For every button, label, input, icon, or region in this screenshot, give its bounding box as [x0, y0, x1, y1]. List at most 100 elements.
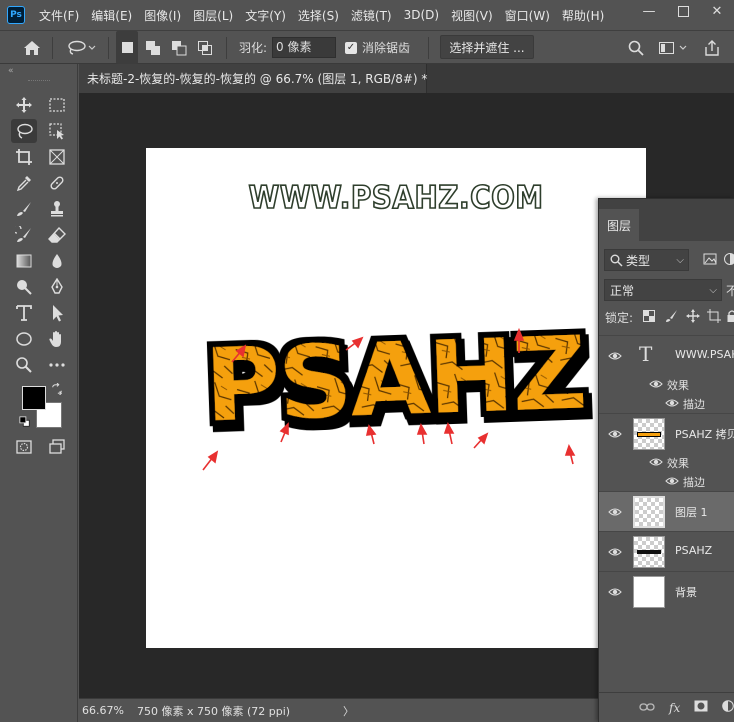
chevron-down-icon: ⌵ [709, 284, 717, 296]
red-arrow-icon [473, 432, 489, 449]
layer-row-text[interactable]: T WWW.PSAHZ... [599, 335, 734, 375]
select-and-mask-button[interactable]: 选择并遮住 ... [440, 35, 534, 59]
pen-tool-icon[interactable] [44, 275, 70, 299]
blur-tool-icon[interactable] [44, 249, 70, 273]
new-selection-icon[interactable] [116, 31, 138, 64]
layer-effects-row[interactable]: 效果 [599, 375, 734, 394]
quick-mask-icon[interactable] [11, 435, 37, 459]
eye-icon[interactable] [649, 455, 663, 469]
panel-grip[interactable] [28, 80, 50, 82]
brush-tool-icon[interactable] [11, 197, 37, 221]
lock-pixels-icon[interactable] [665, 309, 679, 326]
marquee-tool-icon[interactable] [44, 93, 70, 117]
eye-icon[interactable] [608, 349, 622, 363]
type-tool-icon[interactable] [11, 301, 37, 325]
menu-image[interactable]: 图像(I) [138, 7, 187, 24]
feather-label: 羽化: [238, 41, 268, 55]
add-selection-icon[interactable] [142, 31, 164, 64]
eye-icon[interactable] [608, 427, 622, 441]
search-icon[interactable] [624, 31, 648, 64]
minimize-icon[interactable]: — [632, 0, 666, 22]
lasso-preset-picker[interactable] [62, 31, 102, 64]
hand-tool-icon[interactable] [44, 327, 70, 351]
image-filter-icon[interactable] [703, 252, 717, 269]
screen-mode-icon[interactable] [44, 435, 70, 459]
share-icon[interactable] [700, 31, 724, 64]
status-menu-arrow-icon[interactable]: 〉 [343, 703, 354, 719]
eye-icon[interactable] [608, 585, 622, 599]
document-canvas[interactable]: WWW.PSAHZ.COM PSAHZ [146, 148, 646, 648]
history-brush-tool-icon[interactable] [11, 223, 37, 247]
feather-input[interactable]: 0 像素 [272, 37, 336, 58]
menu-edit[interactable]: 编辑(E) [85, 7, 138, 24]
menu-filter[interactable]: 滤镜(T) [345, 7, 398, 24]
more-tools-icon[interactable] [44, 353, 70, 377]
document-tab[interactable]: 未标题-2-恢复的-恢复的-恢复的 @ 66.7% (图层 1, RGB/8#)… [79, 64, 445, 93]
healing-brush-tool-icon[interactable] [44, 171, 70, 195]
antialias-label: 消除锯齿 [361, 41, 410, 55]
frame-tool-icon[interactable] [44, 145, 70, 169]
layer-row-psahz[interactable]: PSAHZ [599, 531, 734, 571]
stroke-effect-row[interactable]: 描边 [599, 472, 734, 491]
collapse-panel-icon[interactable]: « [8, 66, 14, 76]
crop-tool-icon[interactable] [11, 145, 37, 169]
clone-stamp-tool-icon[interactable] [44, 197, 70, 221]
ellipse-tool-icon[interactable] [11, 327, 37, 351]
layer-filter-dropdown[interactable]: 类型 ⌵ [604, 249, 689, 271]
tab-layers[interactable]: 图层 [599, 209, 639, 241]
adjustment-filter-icon[interactable] [723, 252, 734, 266]
link-icon[interactable] [639, 701, 655, 715]
lock-artboard-icon[interactable] [707, 309, 721, 326]
lasso-tool-icon[interactable] [11, 119, 37, 143]
lock-transparent-icon[interactable] [643, 310, 655, 325]
menu-layer[interactable]: 图层(L) [187, 7, 239, 24]
zoom-tool-icon[interactable] [11, 353, 37, 377]
maximize-icon[interactable] [666, 0, 700, 22]
menu-help[interactable]: 帮助(H) [556, 7, 610, 24]
menu-view[interactable]: 视图(V) [445, 7, 499, 24]
lock-position-icon[interactable] [686, 309, 700, 326]
layer-thumbnail [633, 496, 665, 528]
lock-all-icon[interactable] [727, 309, 734, 326]
adjustment-icon[interactable] [722, 700, 734, 715]
fx-icon[interactable]: fx [669, 701, 680, 715]
document-tab-title: 未标题-2-恢复的-恢复的-恢复的 @ 66.7% (图层 1, RGB/8#)… [87, 72, 428, 86]
dodge-tool-icon[interactable] [11, 275, 37, 299]
window-controls: — ✕ [632, 0, 734, 22]
blend-mode-dropdown[interactable]: 正常 ⌵ [604, 279, 722, 301]
menu-file[interactable]: 文件(F) [33, 7, 85, 24]
zoom-level-field[interactable]: 66.67% [79, 704, 131, 717]
eye-icon[interactable] [608, 545, 622, 559]
subtract-selection-icon[interactable] [168, 31, 190, 64]
mask-icon[interactable] [694, 700, 708, 715]
eye-icon[interactable] [608, 505, 622, 519]
home-icon[interactable] [18, 31, 46, 64]
close-icon[interactable]: ✕ [700, 0, 734, 22]
layers-panel-footer: fx [599, 692, 734, 722]
stroke-effect-row[interactable]: 描边 [599, 394, 734, 413]
menu-select[interactable]: 选择(S) [292, 7, 345, 24]
layer-effects-row[interactable]: 效果 [599, 453, 734, 472]
default-colors-icon[interactable] [18, 415, 32, 429]
object-select-tool-icon[interactable] [44, 119, 70, 143]
foreground-color-swatch[interactable] [22, 386, 46, 410]
tools-panel: « [0, 64, 78, 722]
menu-type[interactable]: 文字(Y) [239, 7, 292, 24]
swap-colors-icon[interactable] [50, 382, 64, 396]
eraser-tool-icon[interactable] [44, 223, 70, 247]
path-select-tool-icon[interactable] [44, 301, 70, 325]
eyedropper-tool-icon[interactable] [11, 171, 37, 195]
move-tool-icon[interactable] [11, 93, 37, 117]
workspace-switcher-icon[interactable] [654, 31, 694, 64]
antialias-checkbox[interactable]: ✓ [344, 31, 358, 64]
menu-3d[interactable]: 3D(D) [398, 8, 445, 22]
layer-row-background[interactable]: 背景 [599, 571, 734, 611]
eye-icon[interactable] [649, 377, 663, 391]
layer-row-psahz-copy[interactable]: PSAHZ 拷贝 [599, 413, 734, 453]
intersect-selection-icon[interactable] [194, 31, 216, 64]
layer-row-layer-1[interactable]: 图层 1 [599, 491, 734, 531]
eye-icon[interactable] [665, 474, 679, 488]
menu-window[interactable]: 窗口(W) [499, 7, 556, 24]
eye-icon[interactable] [665, 396, 679, 410]
gradient-tool-icon[interactable] [11, 249, 37, 273]
